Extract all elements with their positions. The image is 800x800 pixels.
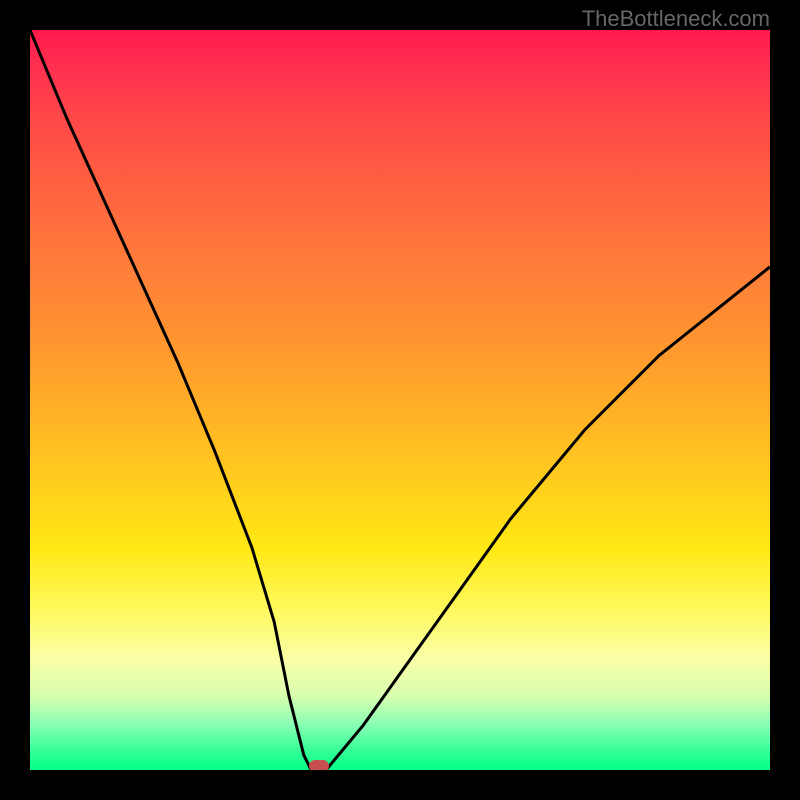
- chart-curve-svg: [30, 30, 770, 770]
- chart-plot-area: [30, 30, 770, 770]
- watermark-text: TheBottleneck.com: [582, 6, 770, 32]
- optimal-point-marker: [309, 760, 329, 770]
- bottleneck-curve-path: [30, 30, 770, 770]
